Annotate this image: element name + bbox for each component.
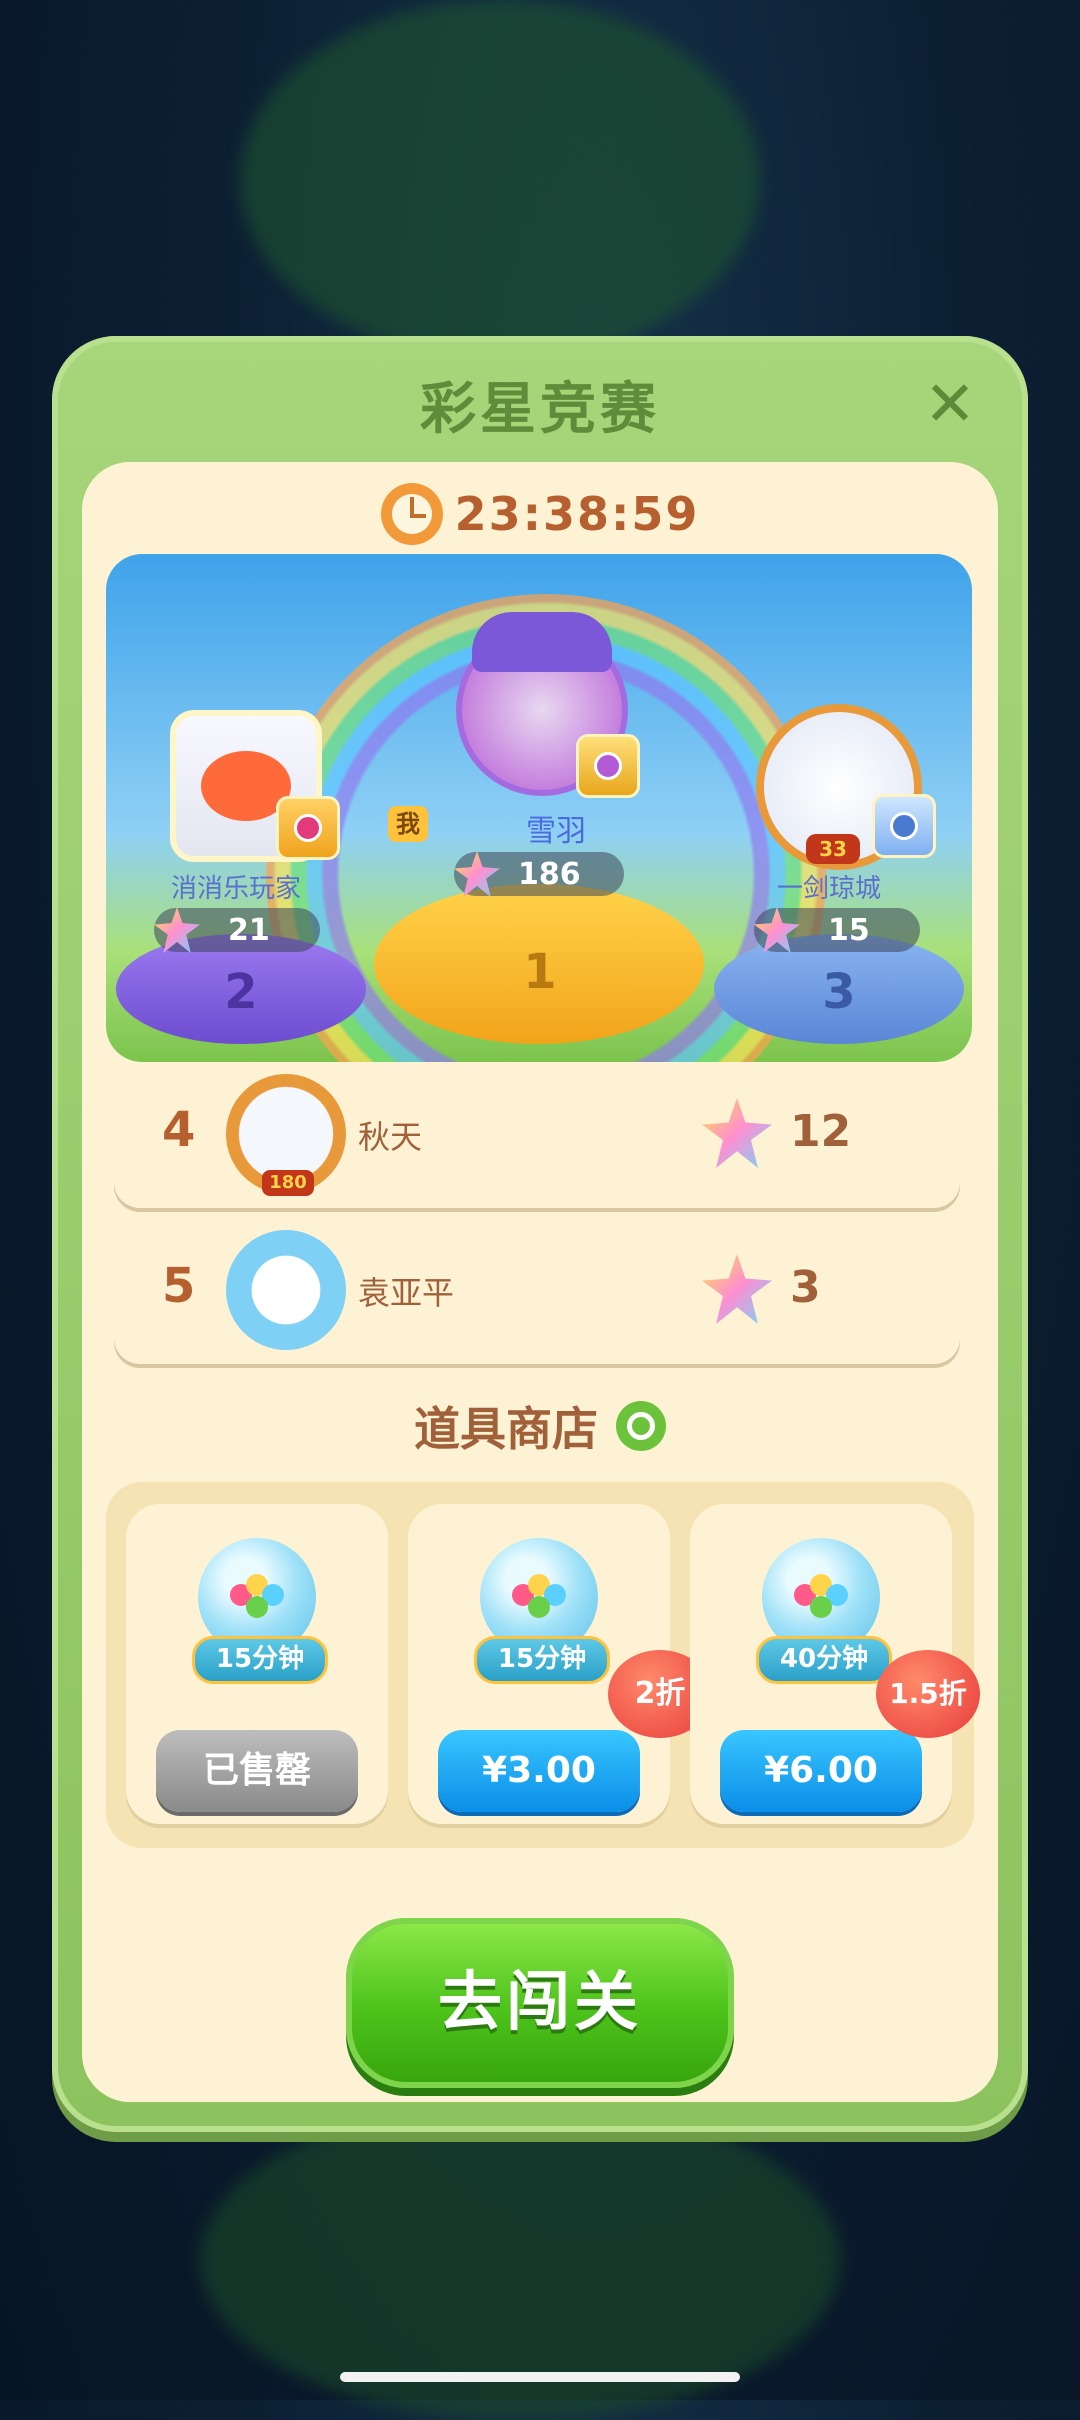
stand-third-number: 3 — [822, 964, 856, 1020]
score-third-value: 15 — [828, 912, 870, 948]
countdown-text: 23:38:59 — [454, 487, 700, 541]
panel-title: 彩星竞赛 — [420, 377, 660, 442]
leaderboard-row[interactable]: 4 180 秋天 12 — [114, 1062, 960, 1208]
score-second: 21 — [154, 907, 320, 953]
shop-items: 15分钟 已售罄 15分钟 ¥3.00 2折 40分钟 ¥6.00 1.5折 — [106, 1482, 980, 1848]
star-icon — [154, 907, 200, 953]
go-level-button[interactable]: 去闯关 — [346, 1918, 734, 2088]
buy-button[interactable]: ¥3.00 — [438, 1730, 640, 1812]
clock-icon — [380, 483, 443, 545]
countdown: 23:38:59 — [82, 474, 998, 554]
panel-content: 23:38:59 2 1 3 消消乐玩家 21 我 雪羽 186 33 一剑琼城… — [82, 462, 998, 2102]
player-name: 袁亚平 — [358, 1274, 455, 1312]
star-icon — [702, 1098, 772, 1168]
close-icon[interactable]: ✕ — [922, 373, 978, 435]
stand-second-number: 2 — [224, 964, 258, 1020]
avatar-cap — [472, 612, 612, 672]
rank-number: 4 — [162, 1102, 196, 1158]
avatar-badge: 180 — [262, 1170, 314, 1196]
stand-first-number: 1 — [523, 944, 557, 1000]
player-score: 3 — [790, 1262, 821, 1313]
sold-out-button: 已售罄 — [156, 1730, 358, 1812]
chest-icon — [276, 796, 340, 860]
score-third: 15 — [754, 907, 920, 953]
duration-tag: 40分钟 — [756, 1636, 892, 1684]
player-name-first: 雪羽 — [526, 814, 586, 849]
shop-item: 15分钟 已售罄 — [126, 1504, 388, 1824]
player-score: 12 — [790, 1106, 852, 1157]
star-icon — [702, 1254, 772, 1324]
rank-number: 5 — [162, 1258, 196, 1314]
level-badge: 33 — [806, 834, 860, 864]
player-name-third: 一剑琼城 — [776, 874, 881, 904]
leaderboard-row[interactable]: 5 袁亚平 3 — [114, 1218, 960, 1364]
shop-title: 道具商店 — [414, 1402, 598, 1456]
chest-icon — [576, 734, 640, 798]
search-icon[interactable] — [616, 1401, 666, 1451]
player-name: 秋天 — [358, 1118, 423, 1156]
avatar[interactable] — [226, 1230, 346, 1350]
discount-badge: 1.5折 — [876, 1650, 980, 1738]
score-second-value: 21 — [228, 912, 270, 948]
duration-tag: 15分钟 — [474, 1636, 610, 1684]
score-first: 186 — [454, 851, 624, 897]
me-tag: 我 — [388, 806, 428, 842]
background-map — [240, 0, 760, 360]
score-first-value: 186 — [518, 856, 581, 892]
chest-icon — [872, 794, 936, 858]
buy-button[interactable]: ¥6.00 — [720, 1730, 922, 1812]
home-indicator[interactable] — [340, 2372, 740, 2382]
player-name-second: 消消乐玩家 — [170, 874, 301, 904]
duration-tag: 15分钟 — [192, 1636, 328, 1684]
shop-header: 道具商店 — [82, 1390, 998, 1462]
star-icon — [754, 907, 800, 953]
event-panel: 彩星竞赛 ✕ 23:38:59 2 1 3 消消乐玩家 21 我 雪羽 186 … — [52, 336, 1028, 2132]
podium: 2 1 3 消消乐玩家 21 我 雪羽 186 33 一剑琼城 15 — [106, 554, 972, 1062]
star-icon — [454, 851, 500, 897]
